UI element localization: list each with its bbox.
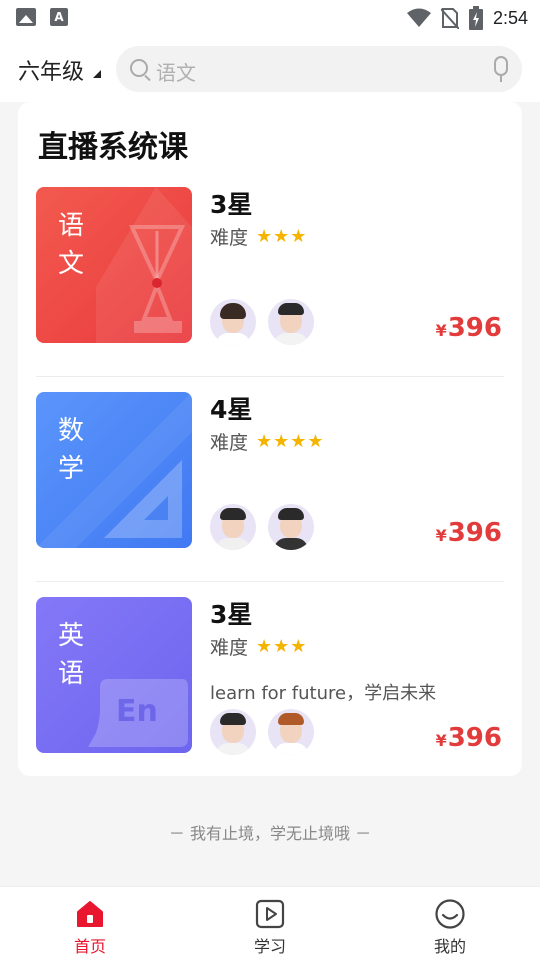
status-time: 2:54 <box>492 7 528 28</box>
difficulty-label: 难度 <box>210 432 249 454</box>
teacher-avatar <box>210 504 256 550</box>
course-level: 3星 <box>210 600 253 629</box>
image-icon <box>16 8 36 26</box>
nav-label: 学习 <box>253 937 286 956</box>
search-input[interactable]: 语文 <box>156 57 196 86</box>
svg-text:En: En <box>116 694 158 729</box>
course-item-math[interactable]: 数学 4星 难度 ★★★★ ¥ 396 <box>36 392 504 582</box>
course-item-chinese[interactable]: 语文 3星 难度 ★★★ ¥ 396 <box>36 187 504 377</box>
course-thumbnail[interactable]: 数学 <box>36 392 192 548</box>
teacher-avatar <box>268 504 314 550</box>
smile-icon <box>435 899 465 929</box>
course-subject: 语文 <box>58 211 85 279</box>
section-title: 直播系统课 <box>38 130 188 165</box>
course-price: ¥ 396 <box>436 518 502 548</box>
live-course-card: 直播系统课 语文 3星 难度 ★★★ ¥ 396 数学 4星 难度 ★★★★ ¥… <box>18 102 522 776</box>
course-price: ¥ 396 <box>436 313 502 343</box>
star-rating-icon: ★★★★ <box>256 431 325 452</box>
currency-symbol: ¥ <box>435 526 447 545</box>
course-price: ¥ 396 <box>436 723 502 753</box>
currency-symbol: ¥ <box>435 321 447 340</box>
home-icon <box>77 901 103 927</box>
course-thumbnail[interactable]: 语文 <box>36 187 192 343</box>
difficulty-label: 难度 <box>210 227 249 249</box>
no-sim-icon <box>440 8 459 29</box>
wifi-icon <box>406 8 431 27</box>
price-value: 396 <box>447 313 502 343</box>
difficulty: 难度 ★★★ <box>210 633 307 660</box>
battery-charging-icon <box>468 6 483 30</box>
bottom-nav: 首页 学习 我的 <box>0 886 540 960</box>
nav-label: 首页 <box>73 937 106 956</box>
teacher-avatar <box>268 299 314 345</box>
difficulty: 难度 ★★★ <box>210 223 307 250</box>
nav-profile[interactable]: 我的 <box>360 887 540 960</box>
nav-study[interactable]: 学习 <box>180 887 360 960</box>
difficulty: 难度 ★★★★ <box>210 428 325 455</box>
price-value: 396 <box>447 723 502 753</box>
teacher-avatar <box>210 299 256 345</box>
course-subject: 数学 <box>58 416 85 484</box>
teacher-avatars <box>210 299 314 345</box>
status-bar: A 2:54 <box>0 0 540 36</box>
search-bar[interactable]: 语文 <box>116 46 522 92</box>
course-item-english[interactable]: En 英语 3星 难度 ★★★ learn for future，学启未来 ¥ … <box>36 597 504 787</box>
teacher-avatar <box>210 709 256 755</box>
teacher-avatar <box>268 709 314 755</box>
star-rating-icon: ★★★ <box>256 226 308 247</box>
price-value: 396 <box>447 518 502 548</box>
teacher-avatars <box>210 709 314 755</box>
teacher-avatars <box>210 504 314 550</box>
nav-home[interactable]: 首页 <box>0 887 180 960</box>
course-subject: 英语 <box>58 621 85 689</box>
slogan: － 我有止境，学无止境哦 － <box>168 824 372 843</box>
nav-label: 我的 <box>433 937 466 956</box>
star-rating-icon: ★★★ <box>256 636 308 657</box>
course-description: learn for future，学启未来 <box>210 683 437 704</box>
difficulty-label: 难度 <box>210 637 249 659</box>
header: 六年级 语文 <box>0 36 540 102</box>
grade-selector[interactable]: 六年级 <box>18 54 84 86</box>
course-level: 3星 <box>210 190 253 219</box>
microphone-icon[interactable] <box>494 56 508 82</box>
caret-down-icon[interactable] <box>93 70 101 78</box>
course-level: 4星 <box>210 395 253 424</box>
course-thumbnail[interactable]: En 英语 <box>36 597 192 753</box>
currency-symbol: ¥ <box>435 731 447 750</box>
play-icon <box>255 899 285 929</box>
search-icon <box>130 59 148 77</box>
a-icon: A <box>50 8 68 26</box>
